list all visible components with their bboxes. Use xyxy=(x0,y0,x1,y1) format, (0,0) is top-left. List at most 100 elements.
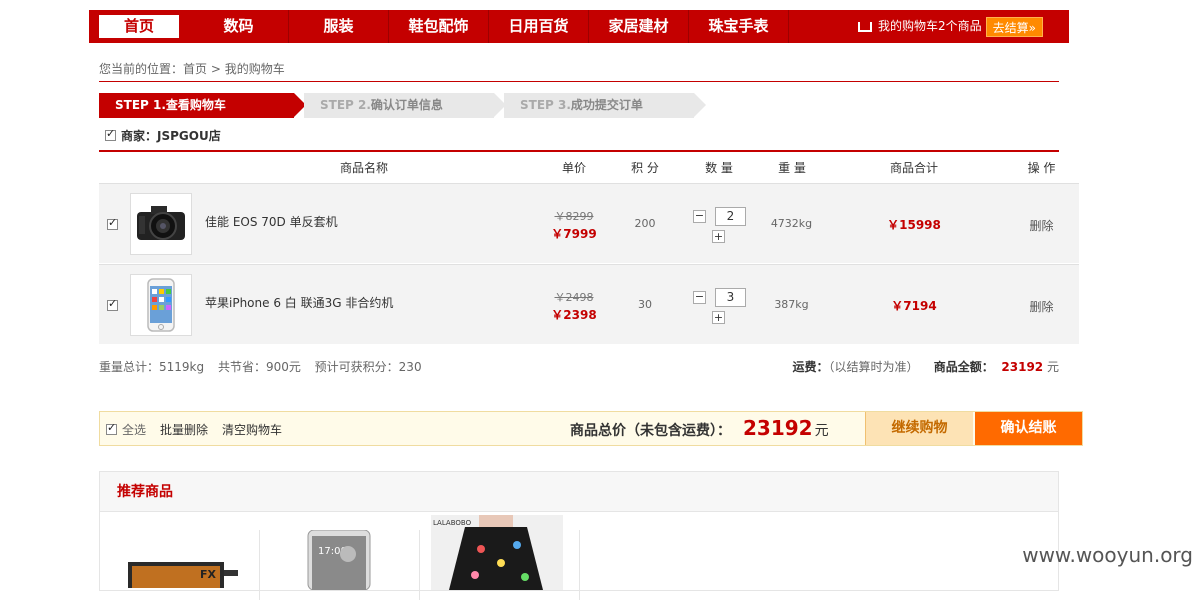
weight-value: 4732kg xyxy=(770,217,813,230)
row-subtotal: ￥15998 xyxy=(887,218,941,232)
cart-summary-left: 重量总计：5119kg 共节省：900元 预计可获积分：230 xyxy=(99,358,432,375)
merchant-header: 商家：JSPGOU店 xyxy=(105,127,221,144)
delete-link[interactable]: 删除 xyxy=(1009,217,1074,234)
original-price: ￥8299 xyxy=(554,210,594,223)
mini-cart: 我的购物车2个商品 去结算» xyxy=(858,10,1043,43)
sale-price: ￥2398 xyxy=(551,308,597,322)
order-total: 商品总价（未包含运费）： 23192 元 xyxy=(570,416,829,440)
qty-decrease-button[interactable]: − xyxy=(693,210,706,223)
nav-item-home-building[interactable]: 家居建材 xyxy=(589,10,689,43)
qty-decrease-button[interactable]: − xyxy=(693,291,706,304)
goods-total-value: 23192 xyxy=(1001,360,1044,374)
product-thumbnail[interactable] xyxy=(130,274,192,336)
col-actions: 操 作 xyxy=(1027,161,1056,175)
row-checkbox[interactable] xyxy=(107,216,118,230)
freight-value: （以结算时为准） xyxy=(828,360,919,374)
weight-value: 387kg xyxy=(774,298,809,311)
mini-cart-text[interactable]: 我的购物车2个商品 xyxy=(878,10,982,43)
step-1-label: 查看购物车 xyxy=(165,98,226,112)
sale-price: ￥7999 xyxy=(551,227,597,241)
recommended-item: FX xyxy=(100,530,260,600)
qty-increase-button[interactable]: + xyxy=(712,311,725,324)
continue-shopping-button[interactable]: 继续购物 xyxy=(865,412,973,445)
svg-text:LALABOBO: LALABOBO xyxy=(433,519,472,527)
col-product-name: 商品名称 xyxy=(339,161,388,175)
product-image[interactable]: LALABOBO xyxy=(431,515,563,590)
order-total-unit: 元 xyxy=(814,423,829,439)
col-weight: 重 量 xyxy=(778,161,806,175)
row-subtotal: ￥7194 xyxy=(891,299,937,313)
top-nav: 首页 数码 服装 鞋包配饰 日用百货 家居建材 珠宝手表 我的购物车2个商品 去… xyxy=(89,10,1069,43)
delete-link[interactable]: 删除 xyxy=(1009,298,1074,315)
order-total-value: 23192 xyxy=(743,416,813,440)
points-value: 30 xyxy=(638,298,652,311)
breadcrumb-separator: > xyxy=(207,62,225,76)
goods-total-unit: 元 xyxy=(1046,360,1059,374)
product-image[interactable]: 17:00 xyxy=(304,530,374,590)
step-3-number: STEP 3. xyxy=(520,98,571,112)
watermark-text: www.wooyun.org xyxy=(1022,543,1193,567)
product-name[interactable]: 佳能 EOS 70D 单反套机 xyxy=(205,213,338,230)
breadcrumb-current: 我的购物车 xyxy=(224,62,285,76)
nav-item-jewelry[interactable]: 珠宝手表 xyxy=(689,10,789,43)
divider xyxy=(99,81,1059,82)
cart-icon xyxy=(858,21,873,32)
phone-icon xyxy=(147,278,175,332)
qty-increase-button[interactable]: + xyxy=(712,230,725,243)
nav-item-home[interactable]: 首页 xyxy=(99,15,179,38)
breadcrumb-home-link[interactable]: 首页 xyxy=(183,62,207,76)
recommended-item: 17:00 xyxy=(260,530,420,600)
product-thumbnail[interactable] xyxy=(130,193,192,255)
step-2-number: STEP 2. xyxy=(320,98,371,112)
col-unit-price: 单价 xyxy=(561,161,586,175)
select-all-checkbox[interactable] xyxy=(106,421,117,435)
breadcrumb: 您当前的位置：首页 > 我的购物车 xyxy=(99,60,285,77)
confirm-checkout-button[interactable]: 确认结账 xyxy=(975,412,1082,445)
goods-total-label: 商品全额： xyxy=(933,360,994,374)
quantity-input[interactable]: 3 xyxy=(715,288,746,307)
step-2-label: 确认订单信息 xyxy=(370,98,443,112)
clear-cart-link[interactable]: 清空购物车 xyxy=(222,421,282,438)
step-view-cart: STEP 1.查看购物车 xyxy=(99,93,306,118)
nav-item-clothing[interactable]: 服装 xyxy=(289,10,389,43)
batch-delete-link[interactable]: 批量删除 xyxy=(160,421,208,438)
product-name[interactable]: 苹果iPhone 6 白 联通3G 非合约机 xyxy=(205,294,393,311)
quantity-input[interactable]: 2 xyxy=(715,207,746,226)
col-points: 积 分 xyxy=(631,161,659,175)
camera-icon xyxy=(137,206,185,240)
original-price: ￥2498 xyxy=(554,291,594,304)
checkout-bar: 全选 批量删除 清空购物车 商品总价（未包含运费）： 23192元 继续购物 确认… xyxy=(99,411,1083,446)
bar-actions: 全选 批量删除 清空购物车 xyxy=(106,421,282,438)
cart-table-header: 商品名称 单价 积 分 数 量 重 量 商品合计 操 作 xyxy=(99,153,1079,183)
step-submit-order: STEP 3.成功提交订单 xyxy=(504,93,706,118)
cart-summary-right: 运费：（以结算时为准） 商品全额： 23192 元 xyxy=(792,358,1059,375)
nav-item-digital[interactable]: 数码 xyxy=(189,10,289,43)
step-3-label: 成功提交订单 xyxy=(570,98,643,112)
step-arrow xyxy=(694,93,706,117)
points-value: 200 xyxy=(634,217,656,230)
divider xyxy=(99,150,1059,152)
col-subtotal: 商品合计 xyxy=(889,161,938,175)
select-all-label[interactable]: 全选 xyxy=(122,421,146,438)
merchant-checkbox[interactable] xyxy=(105,127,116,141)
breadcrumb-prefix: 您当前的位置： xyxy=(99,62,184,76)
expected-points: 预计可获积分：230 xyxy=(314,360,422,374)
merchant-name: 商家：JSPGOU店 xyxy=(121,129,221,143)
go-checkout-button[interactable]: 去结算» xyxy=(985,16,1043,37)
order-total-label: 商品总价（未包含运费）： xyxy=(570,423,731,439)
table-row: 苹果iPhone 6 白 联通3G 非合约机 ￥2498 ￥2398 30 − … xyxy=(99,264,1079,344)
row-checkbox[interactable] xyxy=(107,297,118,311)
recommended-item: LALABOBO xyxy=(420,515,580,600)
nav-item-shoes-bags[interactable]: 鞋包配饰 xyxy=(389,10,489,43)
col-quantity: 数 量 xyxy=(705,161,733,175)
table-row: 佳能 EOS 70D 单反套机 ￥8299 ￥7999 200 − 2 + 47… xyxy=(99,183,1079,263)
step-1-number: STEP 1. xyxy=(115,98,166,112)
total-weight: 重量总计：5119kg xyxy=(99,360,205,374)
row-checkbox-wrap xyxy=(107,216,123,233)
svg-text:FX: FX xyxy=(200,568,217,581)
recommended-products: 推荐商品 FX 17:00 LALABOBO xyxy=(99,471,1059,600)
total-saved: 共节省：900元 xyxy=(217,360,301,374)
recommended-title: 推荐商品 xyxy=(100,472,1058,512)
row-checkbox-wrap xyxy=(107,297,123,314)
nav-item-daily-goods[interactable]: 日用百货 xyxy=(489,10,589,43)
